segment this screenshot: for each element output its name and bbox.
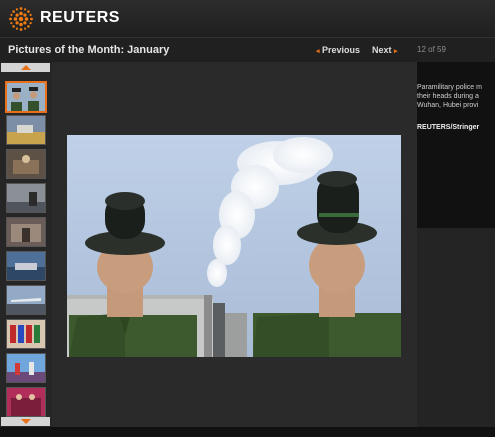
thumbnail-scroll-up-button[interactable]: [1, 63, 50, 72]
thumbnail-soldiers[interactable]: [5, 81, 47, 113]
arrow-right-icon: ▸: [394, 48, 398, 55]
thumbnail-3[interactable]: [6, 149, 46, 179]
thumbnail-9[interactable]: [6, 353, 46, 383]
thumbnail-6[interactable]: [6, 251, 46, 281]
main-photo[interactable]: [67, 135, 401, 357]
caption-line: Wuhan, Hubei provi: [417, 102, 479, 109]
photo-caption: Paramilitary police m their heads during…: [417, 83, 495, 110]
reuters-logo-icon[interactable]: [8, 6, 34, 32]
gallery-titlebar: Pictures of the Month: January ◂ Previou…: [0, 38, 495, 62]
thumbnail-10[interactable]: [6, 387, 46, 417]
thumbnail-4[interactable]: [6, 183, 46, 213]
thumbnail-7[interactable]: [6, 285, 46, 315]
arrow-up-icon: [21, 65, 31, 70]
thumbnail-scroll-down-button[interactable]: [1, 417, 50, 426]
next-button[interactable]: Next ▸: [372, 45, 398, 55]
brand-name[interactable]: REUTERS: [40, 9, 120, 27]
side-panel: [417, 228, 495, 427]
arrow-down-icon: [21, 419, 31, 424]
caption-line: their heads during a: [417, 93, 479, 100]
arrow-left-icon: ◂: [316, 48, 320, 55]
gallery-title: Pictures of the Month: January: [8, 44, 170, 56]
next-label: Next: [372, 45, 392, 55]
thumbnail-8[interactable]: [6, 319, 46, 349]
photo-credit: REUTERS/Stringer: [417, 124, 480, 131]
caption-line: Paramilitary police m: [417, 84, 482, 91]
thumbnail-strip: [0, 62, 52, 427]
site-header: REUTERS: [0, 0, 495, 38]
thumbnail-2[interactable]: [6, 115, 46, 145]
previous-label: Previous: [322, 45, 361, 55]
previous-button[interactable]: ◂ Previous: [316, 45, 360, 55]
thumbnail-5[interactable]: [6, 217, 46, 247]
photo-counter: 12 of 59: [417, 45, 446, 54]
